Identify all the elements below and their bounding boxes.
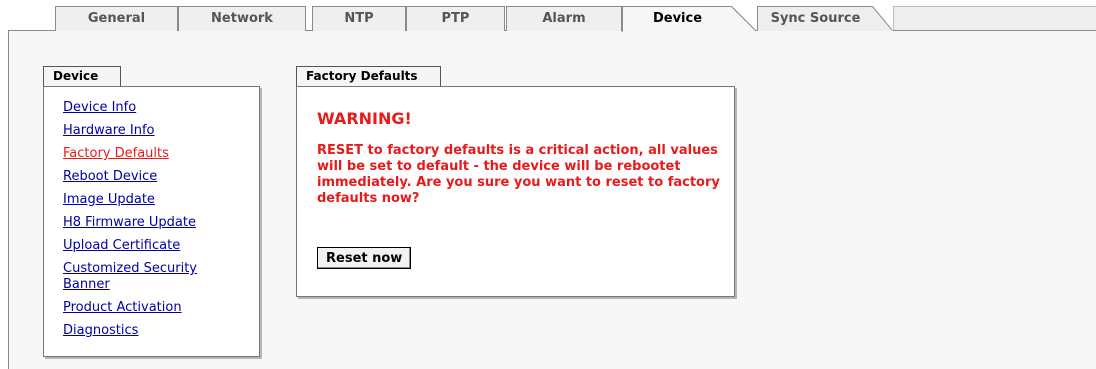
device-panel-title: Device bbox=[43, 66, 121, 86]
menu-product-activation[interactable]: Product Activation bbox=[63, 300, 273, 316]
device-menu-list: Device Info Hardware Info Factory Defaul… bbox=[63, 100, 273, 346]
menu-image-update[interactable]: Image Update bbox=[63, 192, 273, 208]
menu-upload-certificate[interactable]: Upload Certificate bbox=[63, 238, 273, 254]
warning-text: RESET to factory defaults is a critical … bbox=[317, 143, 720, 206]
menu-customized-security-banner[interactable]: Customized Security Banner bbox=[63, 261, 233, 293]
tab-sync-source-slant bbox=[872, 6, 893, 31]
menu-h8-firmware-update[interactable]: H8 Firmware Update bbox=[63, 215, 273, 231]
reset-now-button[interactable]: Reset now bbox=[317, 247, 412, 269]
tab-device[interactable]: Device bbox=[622, 6, 732, 32]
menu-diagnostics[interactable]: Diagnostics bbox=[63, 323, 273, 339]
tab-device-slant bbox=[731, 6, 758, 32]
tab-ptp[interactable]: PTP bbox=[406, 6, 505, 31]
factory-defaults-panel-title: Factory Defaults bbox=[296, 66, 441, 86]
tab-ntp[interactable]: NTP bbox=[312, 6, 406, 31]
tab-general[interactable]: General bbox=[55, 6, 178, 31]
menu-reboot-device[interactable]: Reboot Device bbox=[63, 169, 273, 185]
tab-bar-filler bbox=[893, 6, 1096, 30]
tab-sync-source[interactable]: Sync Source bbox=[757, 6, 873, 31]
warning-title: WARNING! bbox=[317, 109, 412, 128]
menu-hardware-info[interactable]: Hardware Info bbox=[63, 123, 273, 139]
menu-factory-defaults[interactable]: Factory Defaults bbox=[63, 146, 273, 162]
tab-alarm[interactable]: Alarm bbox=[506, 6, 622, 31]
menu-device-info[interactable]: Device Info bbox=[63, 100, 273, 116]
tab-network[interactable]: Network bbox=[178, 6, 306, 31]
device-menu-panel: Device Info Hardware Info Factory Defaul… bbox=[43, 86, 260, 357]
tab-bar: General Network NTP PTP Alarm Device Syn… bbox=[0, 0, 1096, 32]
factory-defaults-panel: WARNING! RESET to factory defaults is a … bbox=[296, 86, 735, 297]
